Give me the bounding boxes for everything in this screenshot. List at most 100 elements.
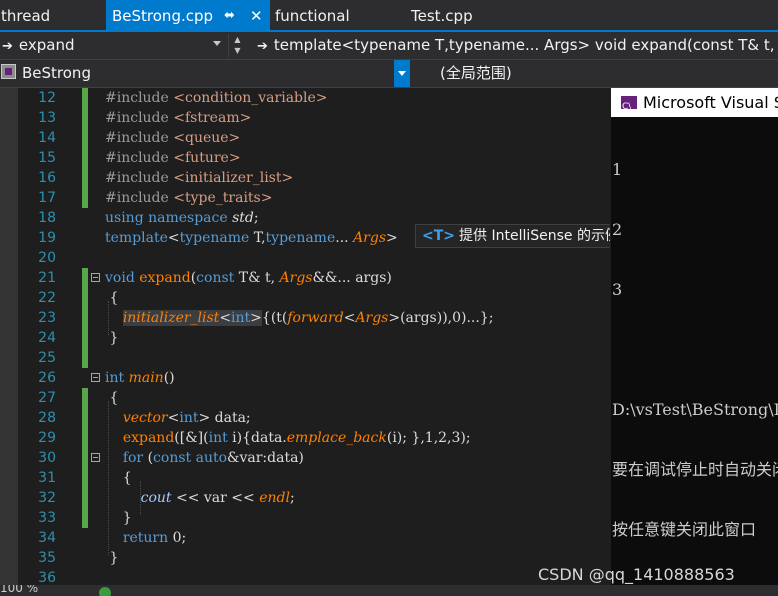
project-dropdown[interactable]: BeStrong bbox=[1, 62, 391, 85]
code-line[interactable]: 22 { bbox=[0, 288, 610, 308]
project-dropdown-button[interactable] bbox=[394, 60, 410, 87]
intellisense-tooltip[interactable]: <T> 提供 IntelliSense 的示例 bbox=[415, 224, 610, 248]
scope-dropdown[interactable]: (全局范围) bbox=[440, 62, 600, 85]
code-line[interactable]: 32 cout << var << endl; bbox=[0, 488, 610, 508]
code-line[interactable]: 23 initializer_list<int>{(t(forward<Args… bbox=[0, 308, 610, 328]
code-line[interactable]: 15 #include <future> bbox=[0, 148, 610, 168]
code-text: { bbox=[105, 290, 119, 306]
line-number: 17 bbox=[38, 190, 56, 206]
code-line[interactable]: 12 #include <condition_variable> bbox=[0, 88, 610, 108]
change-marker bbox=[82, 288, 88, 308]
line-number: 16 bbox=[38, 170, 56, 186]
change-marker bbox=[82, 188, 88, 208]
code-text: cout << var << endl; bbox=[140, 490, 295, 506]
change-marker bbox=[82, 168, 88, 188]
code-line[interactable]: 21 void expand(const T& t, Args&&... arg… bbox=[0, 268, 610, 288]
change-marker bbox=[82, 408, 88, 428]
code-line[interactable]: 31 { bbox=[0, 468, 610, 488]
code-text: #include <initializer_list> bbox=[105, 170, 294, 186]
line-number: 13 bbox=[38, 110, 56, 126]
code-line[interactable]: 20 bbox=[0, 248, 610, 268]
watermark-text: CSDN @qq_1410888563 bbox=[538, 565, 735, 584]
change-marker bbox=[82, 448, 88, 468]
change-marker bbox=[82, 148, 88, 168]
code-text: void expand(const T& t, Args&&... args) bbox=[105, 270, 392, 286]
code-line[interactable]: 26 int main() bbox=[0, 368, 610, 388]
change-marker bbox=[82, 128, 88, 148]
fold-toggle-icon[interactable] bbox=[91, 453, 100, 462]
editor-status-bar: 100 % bbox=[0, 585, 778, 596]
member-dropdown[interactable]: ➔ template<typename T,typename... Args> v… bbox=[257, 34, 778, 57]
console-title-bar[interactable]: Microsoft Visual Studio 调试控制台 bbox=[611, 88, 778, 117]
scope-spinner[interactable]: ▲ ▼ bbox=[228, 34, 246, 57]
debug-console-window[interactable]: Microsoft Visual Studio 调试控制台 1 2 3 D:\v… bbox=[611, 88, 778, 596]
code-line[interactable]: 25 bbox=[0, 348, 610, 368]
function-dropdown[interactable]: ➔ expand bbox=[2, 34, 224, 57]
line-number: 32 bbox=[38, 490, 56, 506]
code-text: #include <type_traits> bbox=[105, 190, 273, 206]
line-number: 14 bbox=[38, 130, 56, 146]
console-app-icon bbox=[621, 93, 637, 117]
code-text: return 0; bbox=[122, 530, 187, 546]
code-line[interactable]: 30 for (const auto&var:data) bbox=[0, 448, 610, 468]
console-line: 按任意键关闭此窗口 bbox=[612, 520, 757, 539]
code-line[interactable]: 13 #include <fstream> bbox=[0, 108, 610, 128]
code-line[interactable]: 14 #include <queue> bbox=[0, 128, 610, 148]
code-line[interactable]: 35 } bbox=[0, 548, 610, 568]
zoom-level[interactable]: 100 % bbox=[0, 585, 38, 595]
code-line[interactable]: 16 #include <initializer_list> bbox=[0, 168, 610, 188]
navigate-arrow-icon: ➔ bbox=[2, 39, 13, 54]
indent-guide bbox=[108, 401, 110, 555]
change-marker bbox=[82, 428, 88, 448]
function-dropdown-value: expand bbox=[18, 36, 75, 54]
line-number: 22 bbox=[38, 290, 56, 306]
code-text: #include <future> bbox=[105, 150, 241, 166]
tab-test-cpp[interactable]: Test.cpp bbox=[411, 0, 473, 32]
code-line[interactable]: 28 vector<int> data; bbox=[0, 408, 610, 428]
code-text: expand([&](int i){data.emplace_back(i); … bbox=[122, 430, 471, 446]
line-number: 34 bbox=[38, 530, 56, 546]
document-tab-strip: thread BeStrong.cpp ⬌ ✕ functional Test.… bbox=[0, 0, 778, 32]
code-line[interactable]: 29 expand([&](int i){data.emplace_back(i… bbox=[0, 428, 610, 448]
code-line[interactable]: 24 } bbox=[0, 328, 610, 348]
code-text: #include <fstream> bbox=[105, 110, 252, 126]
change-marker bbox=[82, 388, 88, 408]
code-line[interactable]: 34 return 0; bbox=[0, 528, 610, 548]
console-line: 2 bbox=[612, 220, 623, 239]
project-icon bbox=[1, 64, 16, 79]
fold-toggle-icon[interactable] bbox=[91, 373, 100, 382]
project-bar: BeStrong (全局范围) bbox=[0, 60, 778, 88]
check-circle-icon[interactable] bbox=[99, 587, 111, 596]
console-line: 3 bbox=[612, 280, 623, 299]
line-number: 35 bbox=[38, 550, 56, 566]
tab-label: BeStrong.cpp bbox=[112, 7, 214, 25]
chevron-down-icon[interactable] bbox=[213, 41, 221, 46]
code-line[interactable]: 17 #include <type_traits> bbox=[0, 188, 610, 208]
line-number: 30 bbox=[38, 450, 56, 466]
member-dropdown-value: template<typename T,typename... Args> vo… bbox=[273, 36, 778, 54]
code-editor[interactable]: 12 #include <condition_variable> 13 #inc… bbox=[0, 88, 610, 596]
chevron-down-icon[interactable]: ▼ bbox=[229, 45, 246, 56]
change-marker bbox=[82, 268, 88, 288]
line-number: 29 bbox=[38, 430, 56, 446]
change-marker bbox=[82, 108, 88, 128]
pin-icon[interactable]: ⬌ bbox=[224, 0, 235, 32]
change-marker bbox=[82, 508, 88, 528]
code-line[interactable]: 27 { bbox=[0, 388, 610, 408]
chevron-down-icon bbox=[398, 71, 406, 76]
line-number: 18 bbox=[38, 210, 56, 226]
code-line[interactable]: 33 } bbox=[0, 508, 610, 528]
code-text: #include <queue> bbox=[105, 130, 241, 146]
chevron-up-icon[interactable]: ▲ bbox=[229, 34, 246, 45]
code-text: using namespace std; bbox=[105, 210, 259, 226]
code-text: template<typename T,typename... Args> bbox=[105, 230, 398, 246]
close-icon[interactable]: ✕ bbox=[250, 0, 263, 32]
tab-bestrong-cpp[interactable]: BeStrong.cpp ⬌ ✕ bbox=[106, 0, 270, 32]
tab-functional[interactable]: functional bbox=[275, 0, 350, 32]
line-number: 28 bbox=[38, 410, 56, 426]
line-number: 21 bbox=[38, 270, 56, 286]
fold-toggle-icon[interactable] bbox=[91, 273, 100, 282]
tab-thread[interactable]: thread bbox=[1, 0, 50, 32]
console-output[interactable]: 1 2 3 D:\vsTest\BeStrong\Debug\BeStrong.… bbox=[612, 120, 778, 580]
navigate-arrow-icon: ➔ bbox=[257, 39, 268, 54]
